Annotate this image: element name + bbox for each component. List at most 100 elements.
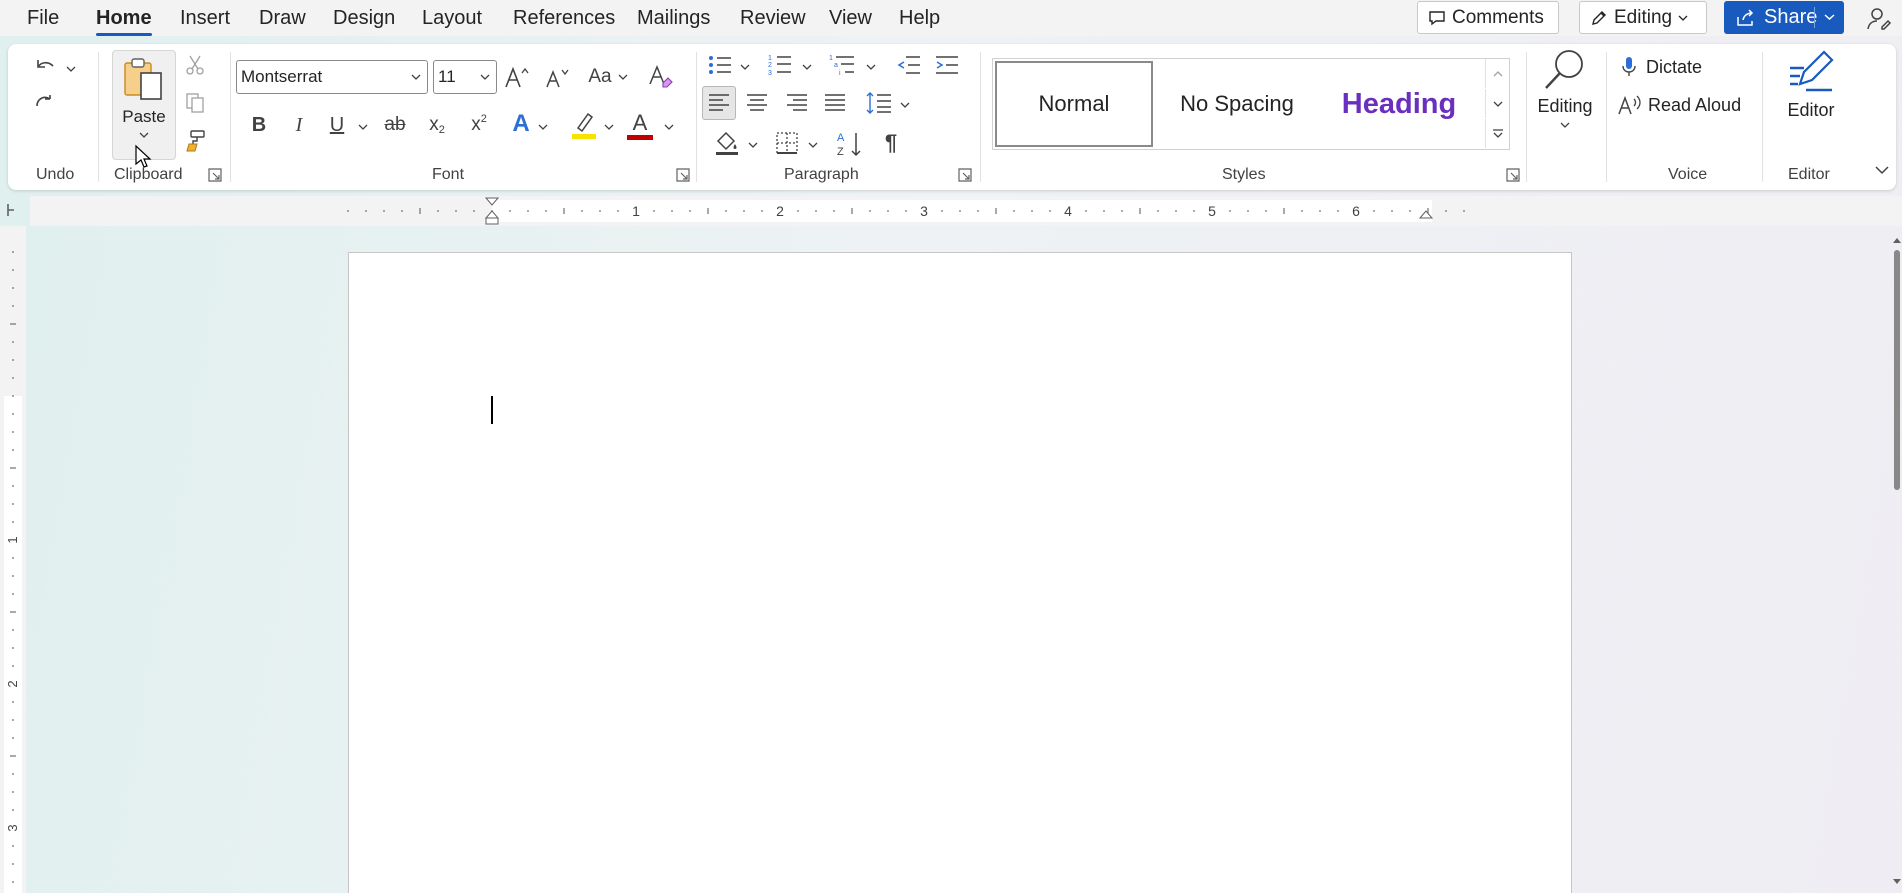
justify-button[interactable] (820, 88, 850, 118)
horizontal-ruler[interactable]: 1 2 3 4 5 6 (0, 196, 1902, 226)
vertical-ruler[interactable]: 1 2 3 (0, 226, 26, 893)
profile-icon[interactable] (1866, 5, 1892, 31)
grow-font-button[interactable] (502, 62, 532, 92)
strikethrough-button[interactable]: ab (378, 110, 412, 140)
highlighter-icon (572, 112, 596, 139)
change-case-button[interactable]: Aa (580, 62, 636, 92)
clear-formatting-button[interactable] (646, 62, 676, 92)
underline-button[interactable]: U (322, 110, 352, 140)
align-right-button[interactable] (782, 88, 812, 118)
chevron-down-icon (1560, 122, 1570, 128)
styles-scroll-up-button[interactable] (1485, 59, 1509, 88)
styles-scroll-down-button[interactable] (1485, 89, 1509, 118)
undo-dropdown-icon[interactable] (66, 64, 76, 74)
shrink-font-button[interactable] (542, 62, 572, 92)
tab-view[interactable]: View (829, 6, 872, 30)
scrollbar-thumb[interactable] (1894, 250, 1900, 490)
highlight-button[interactable] (568, 108, 600, 142)
vertical-scrollbar[interactable] (1892, 226, 1902, 893)
tab-draw[interactable]: Draw (259, 6, 306, 30)
underline-dropdown-icon[interactable] (358, 122, 368, 132)
styles-gallery: Normal No Spacing Heading (992, 58, 1510, 150)
borders-button[interactable] (772, 128, 802, 158)
format-painter-button[interactable] (182, 128, 208, 154)
font-size-combobox[interactable]: 11 (433, 60, 497, 94)
borders-dropdown-icon[interactable] (808, 140, 818, 150)
scroll-up-arrow-icon[interactable] (1892, 236, 1902, 244)
font-color-dropdown-icon[interactable] (664, 122, 674, 132)
comments-button[interactable]: Comments (1417, 1, 1559, 34)
borders-icon (776, 132, 798, 154)
text-effects-button[interactable]: A (506, 108, 536, 140)
editing-button[interactable]: Editing (1530, 48, 1600, 152)
ruler-number: 1 (5, 536, 20, 543)
ruler-number: 3 (920, 203, 928, 219)
magnifier-icon (1545, 50, 1583, 89)
font-color-button[interactable]: A (624, 108, 656, 142)
align-right-icon (787, 94, 807, 111)
copy-button[interactable] (182, 90, 208, 116)
style-no-spacing[interactable]: No Spacing (1157, 61, 1317, 147)
separator (696, 52, 697, 182)
collapse-ribbon-icon[interactable] (1874, 164, 1890, 176)
line-spacing-button[interactable] (864, 88, 894, 118)
share-label: Share (1764, 6, 1818, 28)
format-painter-icon (186, 130, 205, 152)
scroll-down-arrow-icon[interactable] (1892, 878, 1902, 886)
text-effects-dropdown-icon[interactable] (538, 122, 548, 132)
shading-button[interactable] (712, 128, 742, 158)
numbering-button[interactable]: 123 (764, 50, 796, 80)
tab-references[interactable]: References (513, 6, 615, 30)
tab-file[interactable]: File (27, 6, 59, 30)
change-case-label: Aa (588, 66, 612, 87)
sort-button[interactable]: AZ (834, 128, 866, 160)
redo-button[interactable] (30, 90, 60, 120)
undo-button[interactable] (30, 52, 60, 82)
cut-button[interactable] (182, 52, 208, 78)
bullets-dropdown-icon[interactable] (740, 62, 750, 72)
bullets-button[interactable] (704, 50, 736, 80)
tab-mailings[interactable]: Mailings (637, 6, 710, 30)
font-name-combobox[interactable]: Montserrat (236, 60, 428, 94)
tab-layout[interactable]: Layout (422, 6, 482, 30)
chevron-down-icon (139, 132, 149, 138)
dialog-launcher-icon[interactable] (676, 168, 690, 182)
style-normal[interactable]: Normal (995, 61, 1153, 147)
tab-design[interactable]: Design (333, 6, 395, 30)
editor-button[interactable]: Editor (1772, 48, 1850, 152)
separator (980, 52, 981, 182)
share-button[interactable]: Share (1724, 1, 1844, 34)
style-heading[interactable]: Heading (1319, 61, 1479, 147)
tab-review[interactable]: Review (740, 6, 806, 30)
bold-button[interactable]: B (244, 110, 274, 140)
tab-home[interactable]: Home (96, 6, 152, 36)
ruler-number: 3 (5, 824, 20, 831)
svg-text:a: a (834, 62, 838, 69)
align-center-button[interactable] (742, 88, 772, 118)
numbering-dropdown-icon[interactable] (802, 62, 812, 72)
align-left-button[interactable] (702, 86, 736, 120)
increase-indent-button[interactable] (932, 50, 962, 80)
italic-button[interactable]: I (284, 110, 314, 140)
editing-mode-button[interactable]: Editing (1579, 1, 1707, 34)
dialog-launcher-icon[interactable] (958, 168, 972, 182)
multilevel-dropdown-icon[interactable] (866, 62, 876, 72)
shading-dropdown-icon[interactable] (748, 140, 758, 150)
tab-insert[interactable]: Insert (180, 6, 230, 30)
highlight-dropdown-icon[interactable] (604, 122, 614, 132)
chevron-down-icon[interactable] (1824, 13, 1835, 21)
tab-help[interactable]: Help (899, 6, 940, 30)
dialog-launcher-icon[interactable] (1506, 168, 1520, 182)
document-page[interactable] (348, 252, 1572, 893)
styles-more-button[interactable] (1485, 119, 1509, 148)
dialog-launcher-icon[interactable] (208, 168, 222, 182)
show-formatting-marks-button[interactable]: ¶ (876, 128, 906, 158)
decrease-indent-button[interactable] (894, 50, 924, 80)
superscript-button[interactable]: x2 (464, 110, 494, 140)
read-aloud-button[interactable]: Read Aloud (1618, 90, 1754, 120)
dictate-button[interactable]: Dictate (1620, 52, 1740, 82)
menu-bar: File Home Insert Draw Design Layout Refe… (0, 0, 1902, 36)
subscript-button[interactable]: x2 (422, 110, 452, 140)
multilevel-list-button[interactable]: 1ai (826, 50, 858, 80)
line-spacing-dropdown-icon[interactable] (900, 100, 910, 110)
